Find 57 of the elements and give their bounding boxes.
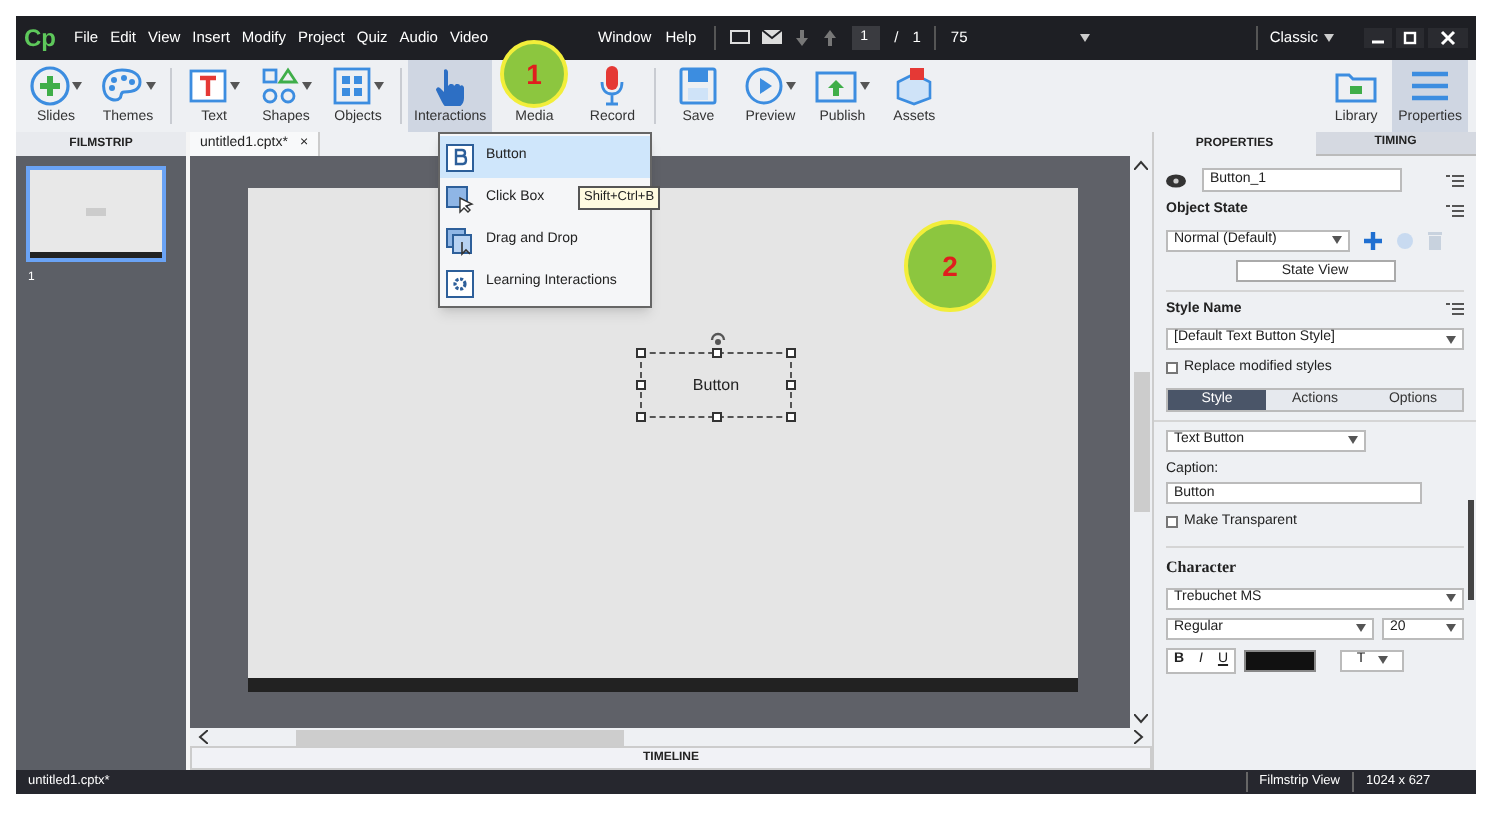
palette-icon	[100, 65, 144, 106]
boxes-icon	[892, 65, 937, 106]
caret-icon	[1446, 594, 1456, 602]
caret-icon	[860, 81, 871, 90]
monitor-icon[interactable]	[730, 30, 751, 46]
hand-pointer-icon	[432, 65, 469, 106]
scroll-down-icon[interactable]	[1134, 714, 1148, 724]
scroll-right-icon[interactable]	[1134, 730, 1144, 744]
plus-circle-icon	[30, 65, 70, 106]
app-logo: Cp	[24, 22, 56, 56]
arrow-down-icon[interactable]	[794, 30, 811, 46]
button-icon	[446, 143, 474, 171]
add-icon[interactable]	[1364, 231, 1382, 249]
options-menu-icon[interactable]	[1446, 203, 1464, 218]
caret-icon	[1079, 34, 1090, 42]
checkbox[interactable]	[1166, 516, 1178, 529]
gear-icon	[446, 269, 474, 297]
scrollbar-thumb[interactable]	[1468, 500, 1474, 600]
color-swatch[interactable]	[1244, 649, 1316, 671]
section-title: Character	[1166, 555, 1239, 579]
menu-icon	[1410, 67, 1451, 104]
scrollbar-thumb[interactable]	[296, 729, 624, 745]
caret-icon	[1446, 335, 1456, 343]
close-icon[interactable]	[1428, 28, 1468, 48]
slide-thumbnail[interactable]	[26, 166, 166, 262]
scrollbar-thumb[interactable]	[1133, 372, 1149, 512]
caret-icon	[374, 81, 384, 90]
shapes-icon	[260, 65, 300, 106]
maximize-icon[interactable]	[1396, 28, 1424, 48]
options-menu-icon[interactable]	[1446, 302, 1464, 317]
eye-icon[interactable]	[1166, 173, 1186, 187]
caret-icon	[786, 81, 797, 90]
caret-icon	[146, 81, 156, 90]
caret-icon	[1377, 656, 1388, 664]
caret-icon	[1348, 436, 1358, 444]
caret-icon	[230, 81, 240, 90]
click-box-icon	[446, 185, 474, 213]
play-icon	[744, 65, 785, 106]
checkbox[interactable]	[1166, 362, 1178, 375]
microphone-icon	[598, 63, 627, 108]
scroll-up-icon[interactable]	[1134, 160, 1148, 170]
scroll-left-icon[interactable]	[198, 730, 208, 744]
caret-icon	[1356, 624, 1366, 632]
options-menu-icon[interactable]	[1446, 173, 1464, 187]
minimize-icon[interactable]	[1364, 28, 1392, 48]
rotate-handle-icon[interactable]	[708, 328, 728, 346]
drag-drop-icon	[446, 227, 474, 255]
grid-icon	[332, 65, 372, 106]
mail-icon[interactable]	[762, 30, 783, 46]
caret-icon	[1446, 624, 1456, 632]
caret-icon	[1332, 236, 1342, 244]
caret-icon	[302, 81, 312, 90]
button-object[interactable]: Button	[640, 352, 792, 418]
caret-icon	[1324, 34, 1334, 42]
caret-icon	[72, 81, 82, 90]
arrow-up-icon[interactable]	[822, 30, 839, 46]
text-frame-icon	[188, 65, 228, 106]
